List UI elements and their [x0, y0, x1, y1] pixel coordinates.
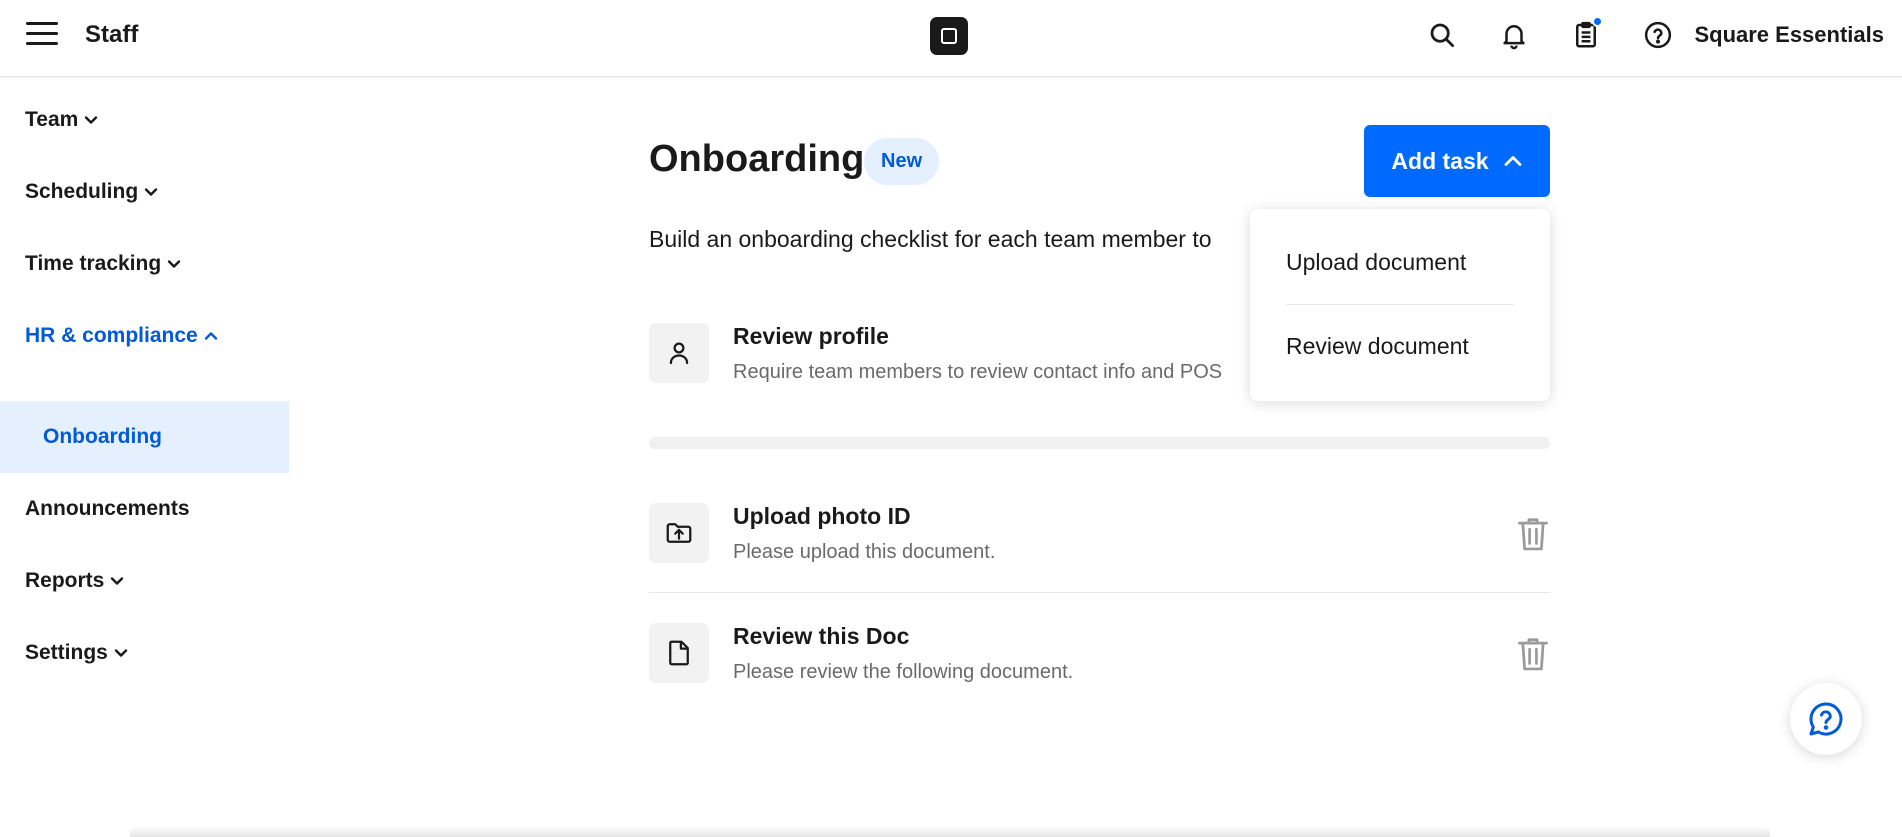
chevron-down-icon: [111, 577, 124, 585]
trash-icon[interactable]: [1516, 515, 1550, 553]
sidebar-item-label: Time tracking: [25, 252, 162, 275]
chevron-up-icon: [204, 332, 217, 340]
sidebar-item-label: Settings: [25, 641, 108, 664]
task-row[interactable]: Upload photo ID Please upload this docum…: [649, 503, 1550, 565]
trash-icon[interactable]: [1516, 635, 1550, 673]
menu-item-review-document[interactable]: Review document: [1286, 333, 1469, 360]
sidebar-item-label: Onboarding: [43, 425, 162, 448]
chat-help-icon: [1809, 702, 1843, 736]
chevron-down-icon: [144, 188, 158, 196]
person-icon: [649, 323, 709, 383]
section-divider: [649, 437, 1550, 449]
document-icon: [649, 623, 709, 683]
sidebar-item-announcements[interactable]: Announcements: [0, 473, 290, 545]
notification-dot: [1592, 16, 1603, 27]
new-badge: New: [864, 138, 940, 185]
app-title: Staff: [85, 21, 139, 48]
sidebar-item-scheduling[interactable]: Scheduling: [0, 156, 290, 228]
add-task-label: Add task: [1391, 147, 1489, 174]
bell-icon[interactable]: [1497, 18, 1531, 52]
help-icon[interactable]: [1641, 18, 1675, 52]
sidebar-item-hr-compliance[interactable]: HR & compliance: [0, 300, 290, 372]
sidebar-item-label: Scheduling: [25, 180, 139, 203]
row-divider: [649, 592, 1550, 593]
sidebar-item-time-tracking[interactable]: Time tracking: [0, 228, 290, 300]
sidebar-item-reports[interactable]: Reports: [0, 545, 290, 617]
task-description: Require team members to review contact i…: [733, 361, 1223, 383]
menu-item-upload-document[interactable]: Upload document: [1286, 249, 1466, 276]
sidebar-item-settings[interactable]: Settings: [0, 617, 290, 689]
menu-divider: [1286, 304, 1514, 305]
chevron-up-icon: [1504, 156, 1521, 166]
sidebar-item-label: HR & compliance: [25, 324, 198, 347]
sidebar-item-label: Announcements: [25, 497, 190, 520]
task-description: Please upload this document.: [733, 541, 996, 563]
task-row[interactable]: Review this Doc Please review the follow…: [649, 623, 1550, 685]
clipboard-icon[interactable]: [1569, 16, 1603, 52]
task-description: Please review the following document.: [733, 661, 1074, 683]
page-description: Build an onboarding checklist for each t…: [649, 226, 1212, 252]
task-title: Upload photo ID: [733, 503, 911, 529]
chevron-down-icon: [167, 260, 181, 268]
sidebar-item-team[interactable]: Team: [0, 84, 290, 156]
add-task-button[interactable]: Add task: [1364, 125, 1550, 197]
chevron-down-icon: [114, 649, 128, 657]
chat-help-button[interactable]: [1790, 683, 1862, 755]
folder-upload-icon: [649, 503, 709, 563]
account-name[interactable]: Square Essentials: [1694, 22, 1884, 48]
sidebar-item-onboarding[interactable]: Onboarding: [0, 401, 289, 473]
add-task-dropdown: Upload document Review document: [1250, 209, 1550, 401]
sidebar-item-label: Reports: [25, 569, 105, 592]
menu-icon[interactable]: [26, 22, 58, 48]
top-bar: Staff Square Essentials: [0, 0, 1902, 77]
task-title: Review profile: [733, 323, 889, 349]
bottom-shadow: [130, 826, 1770, 837]
square-logo[interactable]: [930, 17, 968, 55]
chevron-down-icon: [85, 116, 98, 124]
task-title: Review this Doc: [733, 623, 910, 649]
page-title: Onboarding: [649, 138, 865, 180]
sidebar-item-label: Team: [25, 108, 79, 131]
search-icon[interactable]: [1425, 18, 1459, 52]
